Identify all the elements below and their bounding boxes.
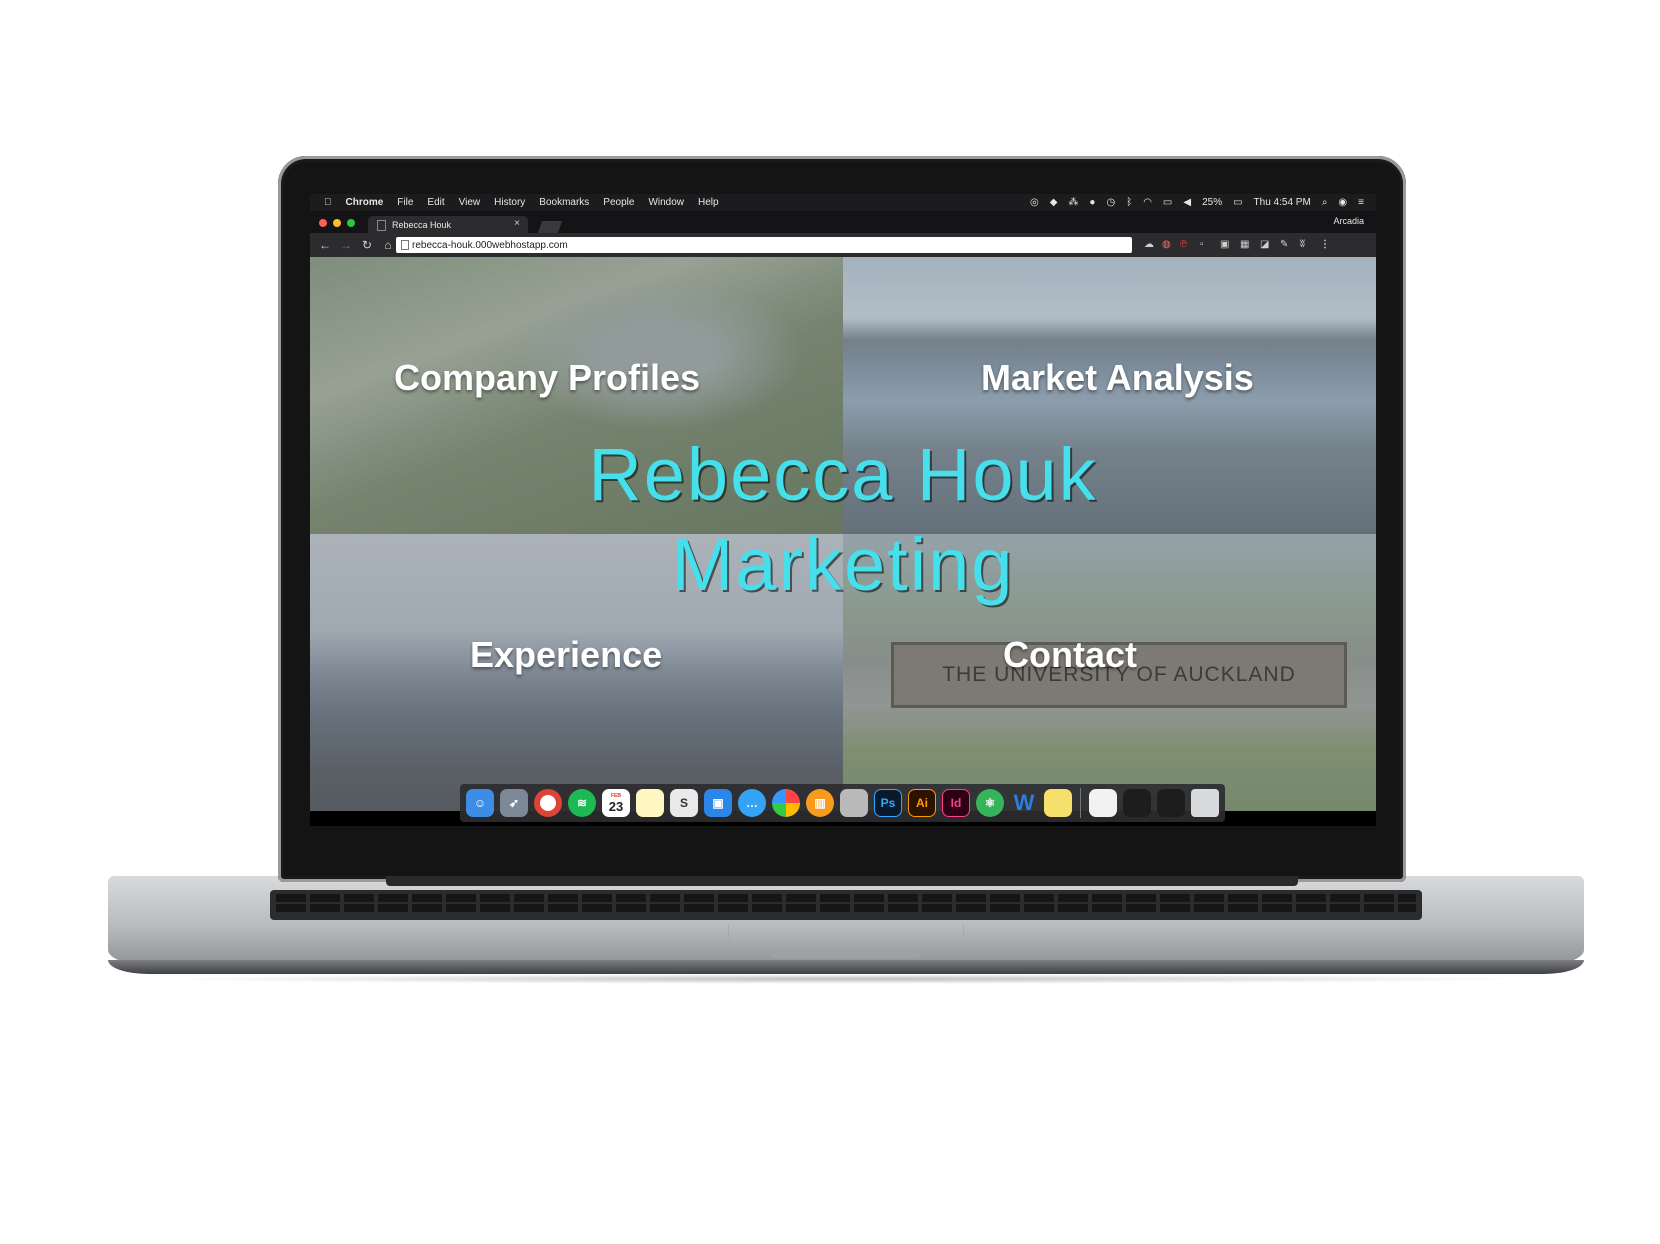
- slack-icon[interactable]: S: [670, 789, 698, 817]
- keyboard: [270, 890, 1422, 920]
- keyboard-row: [276, 894, 1416, 902]
- zoom-window-icon[interactable]: [347, 219, 355, 227]
- dock: ☺ ➶ ≋ FEB 23 S ▣ … ▥ Ps Ai Id ⚛ W: [460, 784, 1225, 822]
- menu-view[interactable]: View: [459, 197, 481, 208]
- finder-icon[interactable]: ☺: [466, 789, 494, 817]
- grid-icon[interactable]: ⁂: [1068, 197, 1078, 208]
- time-machine-icon[interactable]: ◷: [1106, 197, 1115, 208]
- notification-center-icon[interactable]: ≡: [1358, 197, 1364, 208]
- app-store-icon[interactable]: ▣: [704, 789, 732, 817]
- trash-icon[interactable]: [1191, 789, 1219, 817]
- extension-icon[interactable]: ◍: [1162, 239, 1171, 250]
- document-icon[interactable]: [1089, 789, 1117, 817]
- extension-icon[interactable]: ʬ: [1300, 239, 1305, 250]
- extension-icon[interactable]: ▦: [1240, 239, 1249, 250]
- pinterest-icon[interactable]: ℗: [1180, 239, 1187, 250]
- menu-window[interactable]: Window: [648, 197, 684, 208]
- extension-icon[interactable]: ▫: [1200, 239, 1204, 250]
- site-title-marketing: Marketing: [671, 523, 1015, 606]
- tab-strip: Rebecca Houk × Arcadia: [310, 211, 1376, 233]
- menu-bookmarks[interactable]: Bookmarks: [539, 197, 589, 208]
- photos-icon[interactable]: [772, 789, 800, 817]
- menu-history[interactable]: History: [494, 197, 525, 208]
- spotify-icon[interactable]: ≋: [568, 789, 596, 817]
- spotlight-icon[interactable]: ⌕: [1322, 197, 1328, 208]
- menu-file[interactable]: File: [397, 197, 413, 208]
- apple-icon[interactable]: : [324, 197, 332, 208]
- notes-icon[interactable]: [636, 789, 664, 817]
- reload-button[interactable]: ↻: [361, 238, 373, 252]
- close-window-icon[interactable]: [319, 219, 327, 227]
- extension-icon[interactable]: ▣: [1220, 239, 1229, 250]
- close-tab-icon[interactable]: ×: [514, 218, 520, 229]
- tile-label[interactable]: Experience: [470, 634, 662, 676]
- profile-name[interactable]: Arcadia: [1333, 216, 1364, 226]
- menu-bar:  Chrome File Edit View History Bookmark…: [310, 194, 1376, 211]
- bluetooth-icon[interactable]: ᛒ: [1126, 197, 1132, 208]
- dropbox-icon[interactable]: ◆: [1050, 197, 1058, 208]
- calendar-day: 23: [608, 798, 624, 814]
- photoshop-icon[interactable]: Ps: [874, 789, 902, 817]
- app-menu[interactable]: Chrome: [346, 197, 384, 208]
- home-button[interactable]: ⌂: [382, 238, 394, 252]
- airplay-icon[interactable]: ▭: [1163, 197, 1172, 208]
- app-status-icon[interactable]: ●: [1089, 197, 1095, 208]
- extension-icon[interactable]: ◪: [1260, 239, 1269, 250]
- atom-icon[interactable]: ⚛: [976, 789, 1004, 817]
- back-button[interactable]: ←: [319, 238, 331, 252]
- siri-icon[interactable]: ◉: [1338, 197, 1347, 208]
- minimized-window-icon[interactable]: [1157, 789, 1185, 817]
- site-title-name: Rebecca Houk: [588, 433, 1098, 516]
- chrome-menu-icon[interactable]: ⋮: [1320, 239, 1330, 250]
- menu-people[interactable]: People: [603, 197, 634, 208]
- menu-edit[interactable]: Edit: [427, 197, 444, 208]
- trackpad: [728, 924, 964, 943]
- battery-percent[interactable]: 25%: [1202, 197, 1222, 208]
- messages-icon[interactable]: …: [738, 789, 766, 817]
- illustrator-icon[interactable]: Ai: [908, 789, 936, 817]
- tab-rebecca-houk[interactable]: Rebecca Houk ×: [368, 216, 528, 233]
- laptop-shadow: [150, 974, 1540, 984]
- stickies-icon[interactable]: [1044, 789, 1072, 817]
- forward-button[interactable]: →: [340, 238, 352, 252]
- minimize-window-icon[interactable]: [333, 219, 341, 227]
- chrome-icon[interactable]: [534, 789, 562, 817]
- calendar-icon[interactable]: FEB 23: [602, 789, 630, 817]
- indesign-icon[interactable]: Id: [942, 789, 970, 817]
- browser-toolbar: ← → ↻ ⌂ rebecca-houk.000webhostapp.com ☁…: [310, 233, 1376, 257]
- menu-help[interactable]: Help: [698, 197, 719, 208]
- url-text: rebecca-houk.000webhostapp.com: [412, 239, 568, 251]
- tab-title: Rebecca Houk: [392, 219, 452, 230]
- laptop-base-edge: [108, 960, 1584, 974]
- address-bar[interactable]: rebecca-houk.000webhostapp.com: [396, 237, 1132, 253]
- page-icon: [377, 220, 386, 231]
- page-info-icon[interactable]: [401, 240, 409, 250]
- clock[interactable]: Thu 4:54 PM: [1254, 197, 1311, 208]
- extension-icon[interactable]: ✎: [1280, 239, 1288, 250]
- creative-cloud-icon[interactable]: ◎: [1030, 197, 1039, 208]
- tile-label[interactable]: Market Analysis: [981, 357, 1254, 399]
- tile-label[interactable]: Contact: [1003, 634, 1137, 676]
- dock-separator: [1080, 788, 1081, 818]
- screen:  Chrome File Edit View History Bookmark…: [310, 194, 1376, 826]
- battery-icon[interactable]: ▭: [1233, 197, 1242, 208]
- tile-label[interactable]: Company Profiles: [394, 357, 700, 399]
- window-controls: [319, 219, 361, 227]
- preview-icon[interactable]: [840, 789, 868, 817]
- minimized-window-icon[interactable]: [1123, 789, 1151, 817]
- extension-icon[interactable]: ☁: [1144, 239, 1154, 250]
- word-icon[interactable]: W: [1010, 789, 1038, 817]
- wifi-icon[interactable]: ◠: [1143, 197, 1152, 208]
- new-tab-button[interactable]: [537, 221, 563, 233]
- ibooks-icon[interactable]: ▥: [806, 789, 834, 817]
- launchpad-icon[interactable]: ➶: [500, 789, 528, 817]
- website: Company Profiles Market Analysis Experie…: [310, 257, 1376, 811]
- laptop-hinge: [386, 876, 1298, 886]
- lid-notch: [770, 952, 922, 958]
- keyboard-row: [276, 904, 1416, 912]
- volume-icon[interactable]: ◀: [1183, 197, 1191, 208]
